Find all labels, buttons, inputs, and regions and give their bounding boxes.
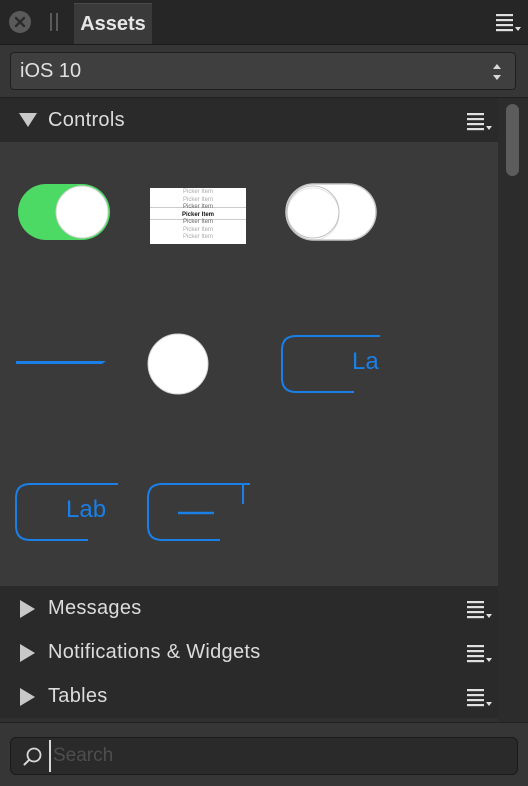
close-icon[interactable] [9,11,31,33]
section-menu-icon[interactable] [465,687,495,709]
section-header-notifications-widgets[interactable]: Notifications & Widgets [0,630,498,674]
outline-button-label-2: Lab [66,496,107,523]
picker-item: Picker Item [182,226,213,233]
section-header-tables[interactable]: Tables [0,674,498,718]
assets-panel: Assets iOS 10 Controls Picker Item Picke… [0,0,528,786]
tab-assets[interactable]: Assets [74,3,152,44]
panel-tab-bar: Assets [0,0,528,45]
section-label: Notifications & Widgets [48,641,261,663]
stepper-button-asset[interactable] [146,482,252,544]
outline-button-asset[interactable]: La [280,334,384,396]
asset-list: Controls Picker Item Picker Item Picker It… [0,98,498,722]
drag-grip-icon[interactable] [50,13,58,31]
category-select-value: iOS 10 [20,60,82,82]
triangle-right-icon [20,644,35,662]
triangle-right-icon [20,600,35,618]
triangle-right-icon [20,688,35,706]
switch-on-asset[interactable] [16,182,114,244]
scrollbar-track[interactable] [498,98,528,722]
controls-asset-grid: Picker Item Picker Item Picker Item Picker … [0,142,498,586]
stepper-arrows-icon [493,64,501,80]
section-label: Tables [48,685,108,707]
search-input[interactable] [49,740,515,772]
picker-item: Picker Item [182,196,213,203]
section-menu-icon[interactable] [465,599,495,621]
search-icon [23,747,42,766]
category-row: iOS 10 [0,45,528,98]
section-header-messages[interactable]: Messages [0,586,498,630]
search-row [0,722,528,786]
slider-track-asset[interactable] [14,356,110,368]
triangle-down-icon [19,113,37,127]
outline-label-button-asset[interactable]: Lab [14,482,118,544]
picker-item: Picker Item [182,219,213,225]
picker-item: Picker Item [182,189,213,195]
picker-asset[interactable]: Picker Item Picker Item Picker Item Picker … [150,188,246,244]
picker-item: Picker Item [182,204,213,210]
outline-button-label: La [352,348,379,375]
panel-menu-icon[interactable] [494,12,524,34]
picker-item: Picker Item [182,234,213,240]
scrollbar-thumb[interactable] [506,104,519,176]
picker-item: Picker Item [181,211,215,218]
category-select[interactable]: iOS 10 [10,52,516,90]
section-header-controls[interactable]: Controls [0,98,498,142]
section-menu-icon[interactable] [465,643,495,665]
section-label: Messages [48,597,142,619]
search-box[interactable] [10,737,518,775]
slider-knob-asset[interactable] [146,332,210,396]
section-menu-icon[interactable] [465,111,495,133]
switch-off-asset[interactable] [284,182,380,244]
section-label: Controls [48,109,125,131]
